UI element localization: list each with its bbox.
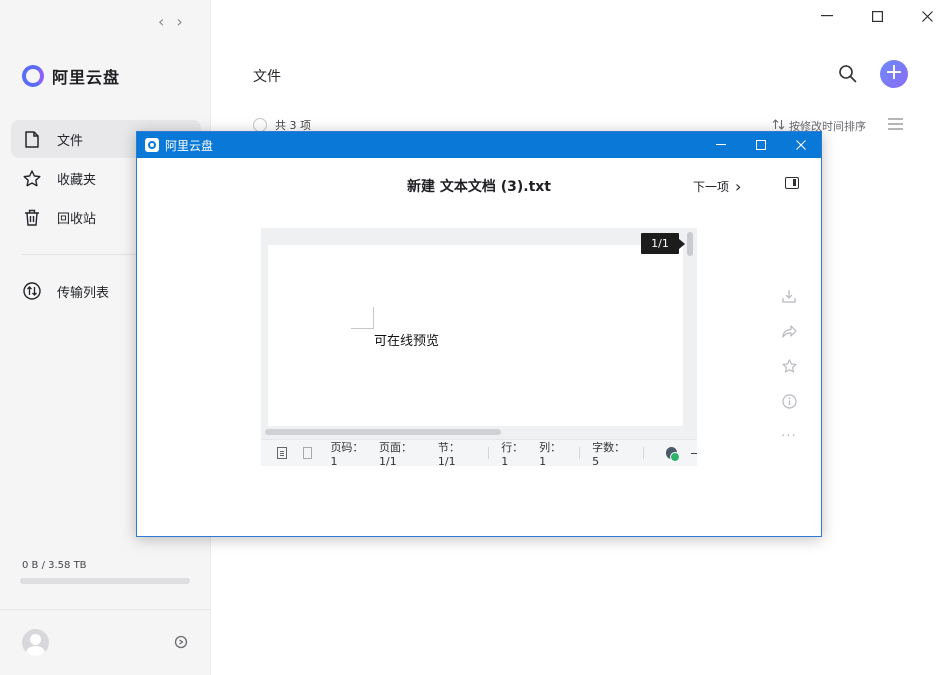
next-item-button[interactable]: 下一项 › xyxy=(693,177,741,196)
settings-icon[interactable] xyxy=(173,634,189,650)
document-viewer: 可在线预览 1/1 页码：1 页面：1/1 节：1/1 行：1 列：1 字数：5 xyxy=(261,228,697,468)
storage-usage-text: 0 B / 3.58 TB xyxy=(22,560,87,571)
close-button[interactable] xyxy=(916,6,938,26)
share-icon[interactable] xyxy=(781,323,797,339)
search-icon[interactable] xyxy=(838,64,858,84)
status-divider xyxy=(579,447,581,459)
status-section: 节：1/1 xyxy=(437,440,460,468)
forward-arrow-icon[interactable]: › xyxy=(176,12,182,31)
dialog-minimize-button[interactable] xyxy=(701,132,741,158)
language-globe-icon[interactable] xyxy=(665,447,680,462)
dialog-app-title: 阿里云盘 xyxy=(165,138,214,153)
horizontal-scrollbar[interactable] xyxy=(265,429,501,435)
side-panel-toggle-icon[interactable] xyxy=(785,177,799,189)
trash-icon xyxy=(23,208,41,226)
more-icon[interactable]: ··· xyxy=(781,428,797,444)
vertical-scrollbar[interactable] xyxy=(687,232,693,256)
avatar[interactable] xyxy=(22,629,49,656)
sidebar-item-label: 回收站 xyxy=(57,211,97,227)
sidebar-item-label: 收藏夹 xyxy=(57,172,97,188)
info-icon[interactable] xyxy=(781,393,797,409)
file-icon xyxy=(23,130,41,148)
sidebar-bottom-divider xyxy=(0,609,211,610)
maximize-button[interactable] xyxy=(866,6,888,26)
chevron-right-icon: › xyxy=(735,177,742,196)
sidebar-item-label: 传输列表 xyxy=(57,285,110,301)
dialog-maximize-button[interactable] xyxy=(741,132,781,158)
app-logo: 阿里云盘 xyxy=(22,64,120,88)
dialog-app-icon xyxy=(145,138,159,152)
add-button[interactable]: + xyxy=(880,60,908,88)
document-status-bar: 页码：1 页面：1/1 节：1/1 行：1 列：1 字数：5 xyxy=(261,439,697,468)
sidebar-item-label: 文件 xyxy=(57,133,84,149)
status-column: 列：1 xyxy=(539,440,562,468)
status-word-count: 字数：5 xyxy=(592,440,626,468)
document-content: 可在线预览 xyxy=(374,334,440,349)
dialog-close-button[interactable] xyxy=(781,132,821,158)
document-page: 可在线预览 xyxy=(268,245,683,426)
list-view-icon[interactable] xyxy=(888,118,903,130)
zoom-out-icon[interactable] xyxy=(691,452,697,454)
page-view-icon[interactable] xyxy=(277,447,287,459)
page-margin-mark xyxy=(373,307,374,329)
minimize-button[interactable] xyxy=(816,6,838,26)
window-controls xyxy=(816,6,938,26)
select-all-checkbox[interactable] xyxy=(253,118,267,132)
aliyun-drive-logo-icon xyxy=(22,65,44,87)
page-margin-mark xyxy=(351,328,374,329)
status-row: 行：1 xyxy=(501,440,524,468)
outline-view-icon[interactable] xyxy=(302,447,313,459)
star-icon[interactable] xyxy=(781,358,797,374)
back-arrow-icon[interactable]: ‹ xyxy=(158,12,164,31)
page-title: 文件 xyxy=(253,69,281,85)
status-divider xyxy=(488,447,490,459)
dialog-titlebar: 阿里云盘 xyxy=(137,132,821,158)
download-icon[interactable] xyxy=(781,288,797,304)
history-nav: ‹ › xyxy=(158,12,183,31)
transfer-icon xyxy=(23,282,41,300)
page-indicator-badge: 1/1 xyxy=(641,233,685,254)
status-pages: 页面：1/1 xyxy=(379,440,413,468)
status-divider xyxy=(642,447,644,459)
logo-text: 阿里云盘 xyxy=(52,68,121,87)
star-icon xyxy=(23,169,41,187)
file-preview-dialog: 阿里云盘 新建 文本文档 (3).txt 下一项 › 可在线预览 1/1 页码：… xyxy=(136,131,822,537)
dialog-window-controls xyxy=(701,132,821,158)
next-item-label: 下一项 xyxy=(693,180,730,194)
status-page-number: 页码：1 xyxy=(330,440,364,468)
storage-progress-bar xyxy=(20,578,190,584)
preview-side-toolbar: ··· xyxy=(781,288,797,444)
